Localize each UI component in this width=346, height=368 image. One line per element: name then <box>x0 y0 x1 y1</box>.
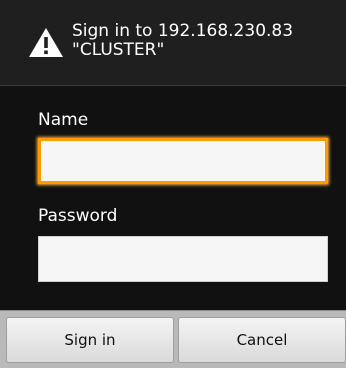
password-label: Password <box>38 206 118 226</box>
password-input[interactable] <box>38 236 328 282</box>
dialog-title-line2: "CLUSTER" <box>72 40 165 60</box>
dialog-body: Name Password <box>0 86 346 310</box>
dialog-title-bar: Sign in to 192.168.230.83 "CLUSTER" <box>0 0 346 86</box>
dialog-title-line1: Sign in to 192.168.230.83 <box>72 21 294 41</box>
dialog-title: Sign in to 192.168.230.83 "CLUSTER" <box>72 22 342 60</box>
name-input[interactable] <box>38 138 328 184</box>
name-label: Name <box>38 110 89 130</box>
cancel-button[interactable]: Cancel <box>178 317 346 363</box>
sign-in-button[interactable]: Sign in <box>6 317 174 363</box>
sign-in-dialog: Sign in to 192.168.230.83 "CLUSTER" Name… <box>0 0 346 368</box>
dialog-button-bar: Sign in Cancel <box>0 310 346 368</box>
warning-icon <box>28 26 64 58</box>
